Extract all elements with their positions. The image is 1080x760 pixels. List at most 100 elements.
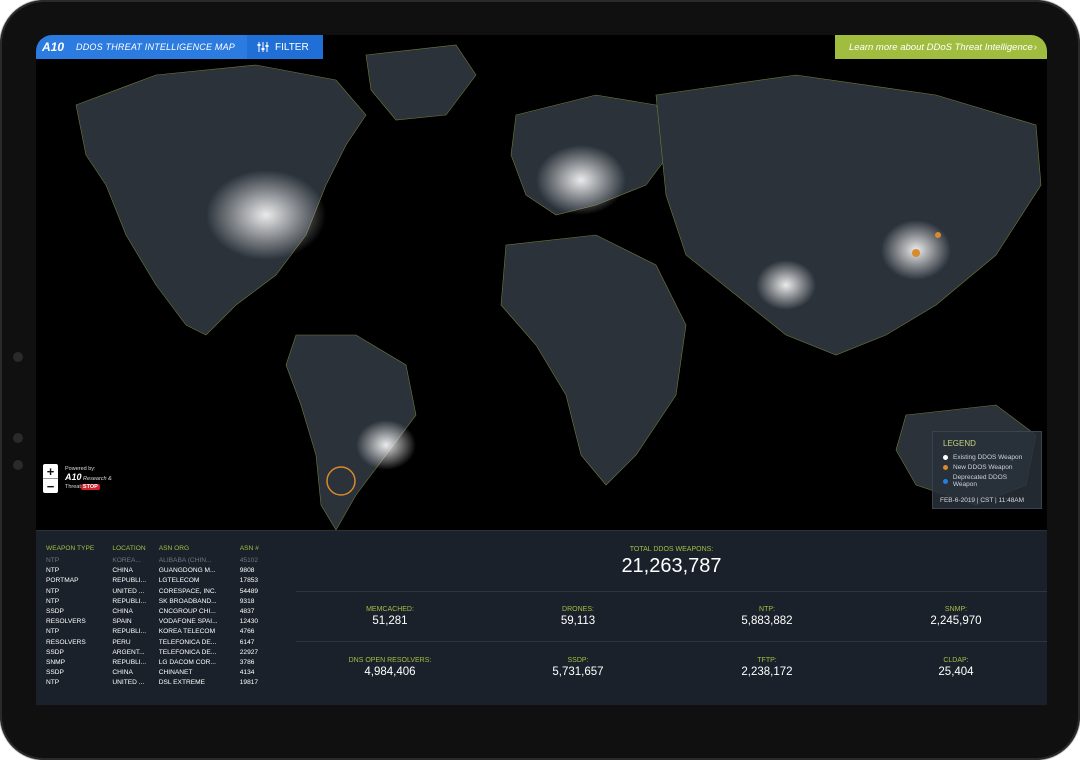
- device-button: [13, 433, 23, 443]
- table-cell: CNCGROUP CHI...: [158, 608, 216, 616]
- zoom-out-button[interactable]: −: [43, 478, 58, 494]
- table-cell: RESOLVERS: [46, 638, 86, 646]
- table-cell: UNITED ...: [112, 679, 145, 687]
- table-cell: SSDP: [46, 648, 64, 656]
- table-cell: PORTMAP: [46, 577, 79, 585]
- table-row: SNMP REPUBLI... LG DACOM COR... 3786: [46, 658, 266, 668]
- new-weapon-marker: [912, 249, 920, 257]
- new-weapon-marker: [935, 232, 941, 238]
- divider: [296, 641, 1047, 642]
- table-cell: 3786: [239, 659, 255, 667]
- chevron-right-icon: ›: [1033, 41, 1037, 53]
- timestamp: FEB-6-2019 | CST | 11:48AM: [940, 497, 1025, 504]
- threat-label: Threat: [65, 484, 81, 490]
- stat-ntp: NTP: 5,883,882: [741, 606, 793, 627]
- table-cell: REPUBLI...: [112, 628, 147, 636]
- table-cell: 17853: [239, 577, 259, 585]
- table-cell: CHINA: [112, 567, 133, 575]
- table-cell: NTP: [46, 597, 60, 605]
- zoom-control: + −: [43, 464, 58, 494]
- filter-label: FILTER: [274, 41, 309, 53]
- legend-item-existing: Existing DDOS Weapon: [943, 454, 1031, 461]
- stat-ssdp: SSDP: 5,731,657: [552, 657, 604, 678]
- col-location: LOCATION: [112, 545, 146, 552]
- learn-more-link[interactable]: Learn more about DDoS Threat Intelligenc…: [835, 35, 1047, 59]
- table-cell: 22927: [239, 648, 259, 656]
- device-button: [13, 460, 23, 470]
- table-row: PORTMAP REPUBLI... LGTELECOM 17853: [46, 576, 266, 586]
- table-cell: CHINA: [112, 608, 133, 616]
- world-map[interactable]: A10 DDOS THREAT INTELLIGENCE MAP FILTER …: [36, 35, 1047, 531]
- table-cell: 4766: [239, 628, 255, 636]
- table-cell: REPUBLI...: [112, 597, 147, 605]
- stat-cldap: CLDAP: 25,404: [938, 657, 974, 678]
- top-bar: A10 DDOS THREAT INTELLIGENCE MAP FILTER: [36, 35, 323, 59]
- greenland: [365, 44, 477, 121]
- table-cell: KOREA TELECOM: [158, 628, 216, 636]
- table-cell: SSDP: [46, 608, 64, 616]
- device-button: [13, 352, 23, 362]
- table-cell: REPUBLI...: [112, 577, 147, 585]
- table-cell: LG DACOM COR...: [158, 659, 216, 667]
- table-row: RESOLVERS SPAIN VODAFONE SPAI... 12430: [46, 617, 266, 627]
- stat-drones: DRONES: 59,113: [560, 606, 596, 627]
- table-cell: CHINANET: [158, 669, 193, 677]
- table-row: SSDP ARGENT... TELEFONICA DE... 22927: [46, 648, 266, 658]
- table-row: SSDP CHINA CNCGROUP CHI... 4837: [46, 607, 266, 617]
- table-cell: VODAFONE SPAI...: [158, 618, 218, 626]
- table-cell: SNMP: [46, 659, 66, 667]
- table-cell: ALIBABA (CHIN...: [158, 557, 212, 564]
- col-weapon-type: WEAPON TYPE: [46, 545, 95, 552]
- table-cell: 54489: [239, 587, 259, 595]
- brand-bar: A10 DDOS THREAT INTELLIGENCE MAP: [36, 35, 247, 59]
- stat-dns-open-resolvers: DNS OPEN RESOLVERS: 4,984,406: [348, 657, 432, 678]
- stat-memcached: MEMCACHED: 51,281: [366, 606, 414, 627]
- stat-tftp: TFTP: 2,238,172: [741, 657, 793, 678]
- table-cell: NTP: [46, 679, 60, 687]
- table-header-row: WEAPON TYPE LOCATION ASN ORG ASN #: [46, 545, 266, 556]
- table-cell: 6147: [239, 638, 255, 646]
- world-map-graphic: [75, 44, 1042, 531]
- table-row: RESOLVERS PERU TELEFONICA DE... 6147: [46, 638, 266, 648]
- filter-button[interactable]: FILTER: [246, 35, 323, 59]
- table-cell: RESOLVERS: [46, 618, 86, 626]
- total-weapons-value: 21,263,787: [621, 555, 722, 577]
- table-cell: GUANGDONG M...: [158, 567, 216, 575]
- table-cell: LGTELECOM: [158, 577, 200, 585]
- divider: [296, 591, 1047, 592]
- stats-panel: WEAPON TYPE LOCATION ASN ORG ASN # NTP KO…: [36, 530, 1047, 705]
- research-label: Research &: [83, 476, 112, 482]
- zoom-in-button[interactable]: +: [43, 464, 58, 479]
- table-cell: 9808: [239, 567, 255, 575]
- table-row: SSDP CHINA CHINANET 4134: [46, 668, 266, 678]
- threatstop-logo: STOP: [80, 484, 100, 490]
- table-cell: CORESPACE, INC.: [158, 587, 217, 595]
- table-cell: NTP: [46, 628, 60, 636]
- table-row: NTP REPUBLI... SK BROADBAND... 9318: [46, 597, 266, 607]
- table-cell: TELEFONICA DE...: [158, 648, 217, 656]
- table-cell: SSDP: [46, 669, 64, 677]
- weapons-table-body: NTP KOREA... ALIBABA (CHIN... 45102 NTP CHINA…: [46, 556, 266, 689]
- table-row: NTP UNITED ... DSL EXTREME 19817: [46, 678, 266, 688]
- table-cell: 4134: [239, 669, 255, 677]
- table-cell: PERU: [112, 638, 131, 646]
- table-cell: CHINA: [112, 669, 133, 677]
- table-row: NTP REPUBLI... KOREA TELECOM 4766: [46, 627, 266, 637]
- table-cell: NTP: [46, 567, 60, 575]
- table-cell: SK BROADBAND...: [158, 597, 217, 605]
- page-title: DDOS THREAT INTELLIGENCE MAP: [76, 42, 235, 52]
- legend-item-deprecated: Deprecated DDOS Weapon: [943, 474, 1031, 488]
- table-cell: 19817: [239, 679, 259, 687]
- table-cell: KOREA...: [112, 557, 141, 564]
- table-cell: 4837: [239, 608, 255, 616]
- table-cell: UNITED ...: [112, 587, 145, 595]
- table-cell: TELEFONICA DE...: [158, 638, 217, 646]
- table-row: NTP KOREA... ALIBABA (CHIN... 45102: [46, 556, 266, 566]
- a10-logo-small: A10: [65, 472, 82, 482]
- col-asn-number: ASN #: [239, 545, 259, 552]
- weapons-table: WEAPON TYPE LOCATION ASN ORG ASN # NTP KO…: [46, 545, 266, 689]
- white-dot-icon: [943, 455, 948, 460]
- table-cell: NTP: [46, 587, 60, 595]
- africa: [500, 234, 687, 486]
- table-cell: REPUBLI...: [112, 659, 147, 667]
